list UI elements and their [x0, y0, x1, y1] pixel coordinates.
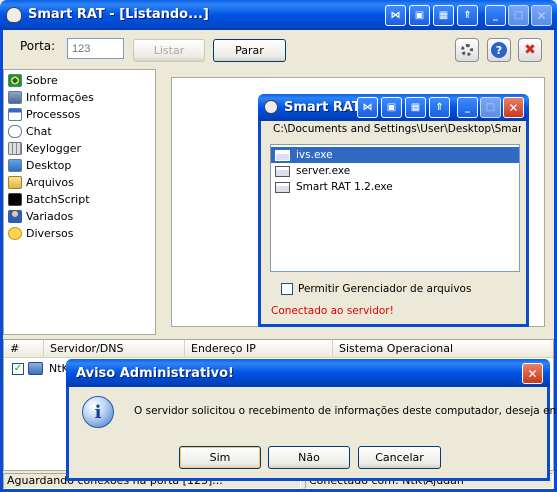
cancel-button[interactable]: Cancelar — [358, 446, 441, 469]
roll-up-icon[interactable]: ⇑ — [429, 97, 450, 118]
sidebar-panel: Sobre Informações Processos Chat Keylogg… — [3, 69, 156, 335]
chat-bubble-icon — [8, 125, 22, 138]
list-item[interactable]: Smart RAT 1.2.exe — [271, 179, 519, 195]
sidebar-item-label: BatchScript — [26, 193, 90, 206]
list-item[interactable]: ivs.exe — [271, 147, 519, 163]
list-button[interactable]: Listar — [133, 39, 205, 62]
close-button: ✕ — [531, 5, 552, 26]
executable-file-icon — [275, 149, 290, 161]
main-window-title: Smart RAT - [Listando...] — [28, 7, 209, 22]
file-name: Smart RAT 1.2.exe — [296, 181, 393, 193]
sidebar-item-sobre[interactable]: Sobre — [8, 72, 58, 89]
minimize-button[interactable]: _ — [457, 97, 478, 118]
table-header: # Servidor/DNS Endereço IP Sistema Opera… — [4, 340, 553, 358]
file-window: Smart RAT A ⋈ ▣ ▦ ⇑ _ □ ✕ C:\Documents a… — [258, 94, 529, 327]
processes-window-icon — [8, 108, 22, 121]
dialog-title: Aviso Administrativo! — [76, 366, 234, 381]
sidebar-item-chat[interactable]: Chat — [8, 123, 52, 140]
sidebar-item-informacoes[interactable]: Informações — [8, 89, 94, 106]
main-title-bar[interactable]: Smart RAT - [Listando...] ⋈ ▣ ▦ ⇑ _ □ ✕ — [0, 0, 557, 30]
stop-button[interactable]: Parar — [213, 39, 286, 62]
sidebar-item-label: Desktop — [26, 159, 72, 172]
sidebar-item-label: Informações — [26, 91, 94, 104]
sidebar-item-diversos[interactable]: Diversos — [8, 225, 74, 242]
sidebar-item-label: Arquivos — [26, 176, 74, 189]
sidebar-item-arquivos[interactable]: Arquivos — [8, 174, 74, 191]
executable-file-icon — [275, 181, 290, 193]
sidebar-item-label: Processos — [26, 108, 81, 121]
network-computer-icon — [28, 362, 43, 375]
sidebar-item-desktop[interactable]: Desktop — [8, 157, 71, 174]
dialog-message: O servidor solicitou o recebimento de in… — [134, 405, 557, 417]
folder-icon — [8, 176, 22, 189]
pin-icon[interactable]: ⋈ — [357, 97, 378, 118]
allow-file-manager-checkbox-row[interactable]: Permitir Gerenciador de arquivos — [281, 283, 471, 295]
pin-icon[interactable]: ⋈ — [385, 5, 406, 26]
sidebar-item-label: Chat — [26, 125, 52, 138]
color-palette-icon[interactable]: ▦ — [433, 5, 454, 26]
maximize-button: □ — [480, 97, 501, 118]
desktop-monitor-icon — [8, 159, 22, 172]
computer-info-icon — [8, 91, 22, 104]
list-item[interactable]: server.exe — [271, 163, 519, 179]
help-icon[interactable]: ? — [487, 38, 511, 62]
path-field[interactable]: C:\Documents and Settings\User\Desktop\S… — [271, 121, 521, 139]
window-mode-icon[interactable]: ▣ — [381, 97, 402, 118]
column-header[interactable]: Sistema Operacional — [333, 340, 553, 357]
roll-up-icon[interactable]: ⇑ — [457, 5, 478, 26]
color-palette-icon[interactable]: ▦ — [405, 97, 426, 118]
minimize-button[interactable]: _ — [485, 5, 506, 26]
sidebar-item-label: Keylogger — [26, 142, 81, 155]
user-icon — [8, 210, 22, 223]
port-input[interactable] — [67, 38, 124, 59]
column-header[interactable]: # — [4, 340, 44, 357]
port-label: Porta: — [20, 39, 56, 53]
sidebar-item-batchscript[interactable]: BatchScript — [8, 191, 90, 208]
console-icon — [8, 193, 22, 206]
row-checkbox[interactable]: ✓ — [12, 362, 24, 375]
close-button[interactable]: ✕ — [503, 97, 524, 118]
sidebar-item-label: Variados — [26, 210, 74, 223]
column-header[interactable]: Servidor/DNS — [44, 340, 185, 357]
yes-button[interactable]: Sim — [179, 446, 261, 469]
connection-status: Conectado ao servidor! — [271, 305, 394, 317]
brazil-flag-icon — [8, 74, 22, 87]
sidebar-item-label: Diversos — [26, 227, 74, 240]
window-mode-icon[interactable]: ▣ — [409, 5, 430, 26]
keyboard-icon — [8, 142, 22, 155]
sidebar-item-keylogger[interactable]: Keylogger — [8, 140, 81, 157]
sidebar-item-processos[interactable]: Processos — [8, 106, 80, 123]
app-skull-icon — [6, 7, 22, 23]
maximize-button: □ — [508, 5, 529, 26]
exit-icon[interactable]: ✖ — [518, 38, 542, 62]
admin-dialog: Aviso Administrativo! ✕ i O servidor sol… — [66, 359, 557, 481]
checkbox-label: Permitir Gerenciador de arquivos — [298, 283, 472, 295]
file-window-title-bar[interactable]: Smart RAT A ⋈ ▣ ▦ ⇑ _ □ ✕ — [258, 94, 529, 121]
info-icon: i — [82, 396, 114, 428]
allow-file-manager-checkbox[interactable] — [281, 283, 293, 295]
column-header[interactable]: Endereço IP — [185, 340, 333, 357]
settings-gear-icon[interactable] — [455, 38, 479, 62]
file-name: ivs.exe — [296, 149, 333, 161]
sidebar-item-variados[interactable]: Variados — [8, 208, 73, 225]
sidebar-item-label: Sobre — [26, 74, 58, 87]
dialog-close-button[interactable]: ✕ — [522, 363, 543, 384]
file-window-app-icon — [264, 100, 278, 114]
executable-file-icon — [275, 165, 290, 177]
file-list: ivs.exe server.exe Smart RAT 1.2.exe — [270, 144, 520, 272]
dialog-title-bar[interactable]: Aviso Administrativo! ✕ — [66, 359, 550, 387]
file-name: server.exe — [296, 165, 351, 177]
no-button[interactable]: Não — [268, 446, 350, 469]
smiley-icon — [8, 227, 22, 240]
